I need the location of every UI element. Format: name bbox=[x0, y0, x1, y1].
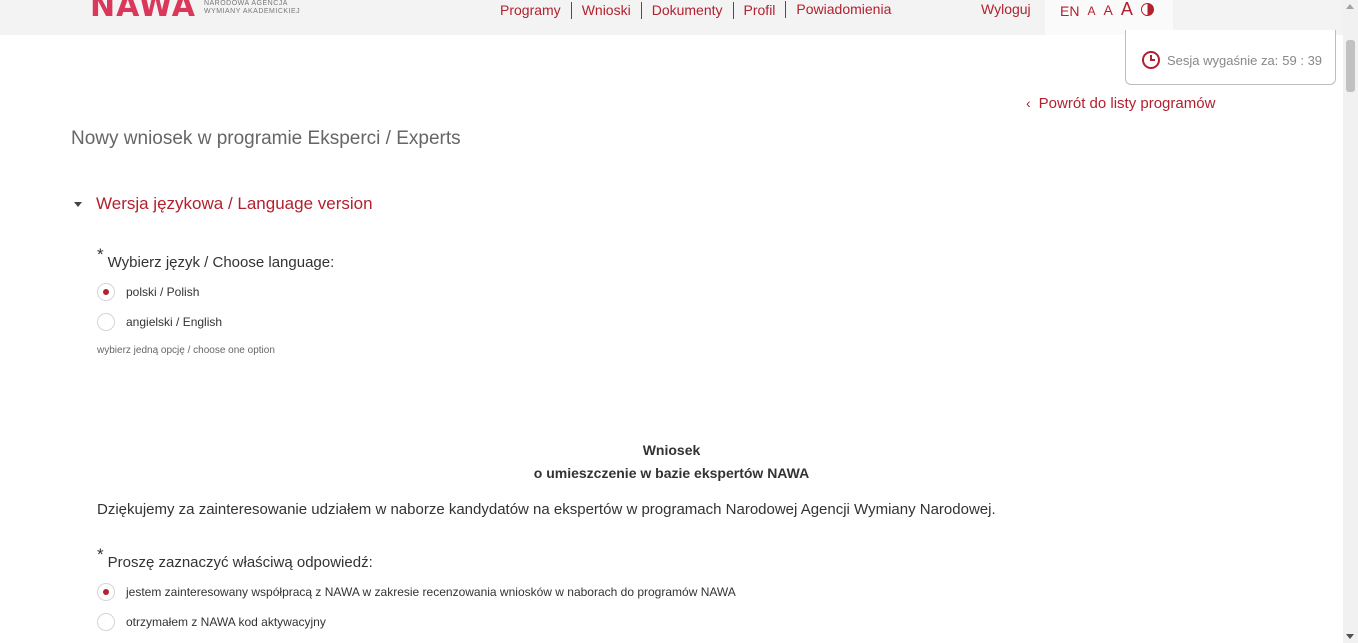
required-asterisk: * bbox=[97, 245, 104, 264]
nawa-logo[interactable]: NAWA Narodowa Agencja Wymiany Akademicki… bbox=[90, 0, 300, 22]
nav-dokumenty[interactable]: Dokumenty bbox=[640, 1, 733, 19]
scroll-thumb[interactable] bbox=[1346, 40, 1355, 92]
back-link-label: Powrót do listy programów bbox=[1038, 95, 1216, 112]
font-size-small-button[interactable]: A bbox=[1087, 4, 1095, 18]
answer-option-reviewer[interactable]: jestem zainteresowany współpracą z NAWA … bbox=[97, 583, 736, 601]
session-time: 59 : 39 bbox=[1282, 52, 1323, 68]
chevron-left-icon: ‹ bbox=[1026, 95, 1031, 111]
vertical-scrollbar[interactable] bbox=[1343, 0, 1358, 643]
session-label: Sesja wygaśnie za: bbox=[1167, 52, 1279, 68]
nav-programy[interactable]: Programy bbox=[490, 2, 571, 19]
answer-question: * Proszę zaznaczyć właściwą odpowiedź: bbox=[97, 545, 373, 572]
language-option-english-label: angielski / English bbox=[126, 315, 223, 329]
clock-icon bbox=[1142, 51, 1160, 69]
required-asterisk: * bbox=[97, 545, 104, 564]
radio-reviewer[interactable] bbox=[97, 583, 115, 601]
radio-english[interactable] bbox=[97, 313, 115, 331]
font-size-medium-button[interactable]: A bbox=[1103, 2, 1112, 18]
form-heading-line1: Wniosek bbox=[642, 442, 701, 458]
answer-question-label: Proszę zaznaczyć właściwą odpowiedź: bbox=[107, 554, 373, 571]
session-timer: Sesja wygaśnie za: 59 : 39 bbox=[1142, 51, 1322, 69]
language-section-title: Wersja językowa / Language version bbox=[96, 194, 373, 213]
scroll-down-arrow-icon[interactable] bbox=[1346, 634, 1354, 639]
nav-powiadomienia[interactable]: Powiadomienia bbox=[785, 0, 901, 18]
form-heading-line2: o umieszczenie w bazie ekspertów NAWA bbox=[533, 465, 810, 481]
logo-mark: NAWA bbox=[90, 0, 196, 24]
logo-subtitle-line2: Wymiany Akademickiej bbox=[203, 8, 301, 15]
page-title: Nowy wniosek w programie Eksperci / Expe… bbox=[71, 128, 461, 149]
answer-option-reviewer-label: jestem zainteresowany współpracą z NAWA … bbox=[126, 585, 736, 599]
main-nav: Programy Wnioski Dokumenty Profil Powiad… bbox=[490, 0, 901, 20]
language-hint: wybierz jedną opcję / choose one option bbox=[97, 345, 275, 356]
logout-link[interactable]: Wyloguj bbox=[981, 1, 1031, 17]
contrast-icon[interactable] bbox=[1140, 3, 1154, 16]
language-option-english[interactable]: angielski / English bbox=[97, 313, 222, 331]
caret-down-icon bbox=[74, 202, 82, 207]
language-section-toggle[interactable]: Wersja językowa / Language version bbox=[74, 194, 373, 214]
scroll-up-arrow-icon[interactable] bbox=[1346, 4, 1354, 9]
logo-subtitle-line1: Narodowa Agencja bbox=[203, 0, 288, 7]
language-option-polish-label: polski / Polish bbox=[126, 285, 200, 299]
form-heading: Wniosek o umieszczenie w bazie ekspertów… bbox=[0, 439, 1343, 485]
answer-option-activation-code-label: otrzymałem z NAWA kod aktywacyjny bbox=[126, 615, 326, 629]
nav-wnioski[interactable]: Wnioski bbox=[570, 1, 641, 19]
radio-polish[interactable] bbox=[97, 283, 115, 301]
page: NAWA Narodowa Agencja Wymiany Akademicki… bbox=[0, 0, 1358, 643]
radio-activation-code[interactable] bbox=[97, 613, 115, 631]
logo-subtitle: Narodowa Agencja Wymiany Akademickiej bbox=[204, 0, 300, 16]
back-to-programs-link[interactable]: ‹ Powrót do listy programów bbox=[1026, 95, 1215, 112]
form-intro: Dziękujemy za zainteresowanie udziałem w… bbox=[97, 501, 996, 518]
answer-option-activation-code[interactable]: otrzymałem z NAWA kod aktywacyjny bbox=[97, 613, 326, 631]
nav-profil[interactable]: Profil bbox=[732, 1, 786, 19]
language-switch[interactable]: EN bbox=[1060, 3, 1079, 19]
font-size-large-button[interactable]: A bbox=[1121, 0, 1133, 20]
language-option-polish[interactable]: polski / Polish bbox=[97, 283, 199, 301]
language-question-label: Wybierz język / Choose language: bbox=[107, 254, 335, 271]
language-question: * Wybierz język / Choose language: bbox=[97, 245, 335, 272]
session-timer-box: Sesja wygaśnie za: 59 : 39 bbox=[1125, 30, 1336, 85]
